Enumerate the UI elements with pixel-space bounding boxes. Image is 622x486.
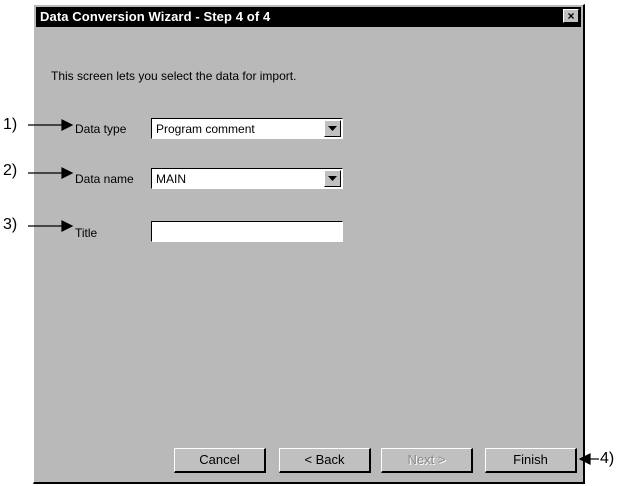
callout-arrows [28,119,599,465]
arrow-right-icon [28,220,74,232]
arrow-left-icon [578,453,599,465]
arrow-right-icon [28,167,74,179]
arrow-right-icon [28,119,74,131]
